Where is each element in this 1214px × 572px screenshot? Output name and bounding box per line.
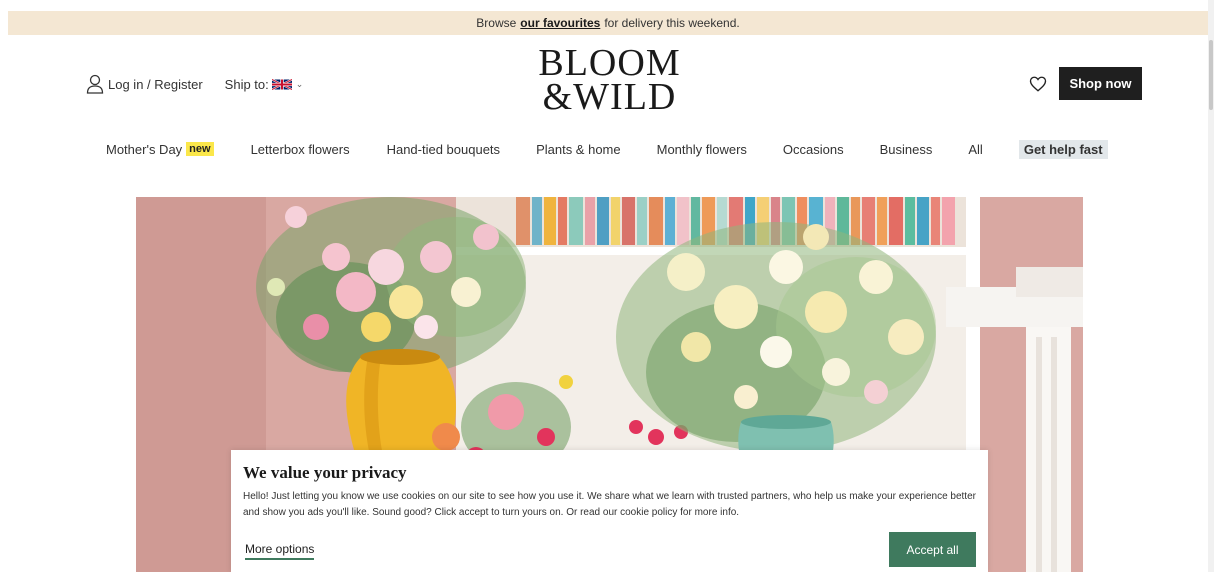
ship-to-selector[interactable]: Ship to: ⌄: [225, 77, 304, 92]
accept-all-button[interactable]: Accept all: [889, 532, 976, 567]
header-right: Shop now: [1029, 67, 1142, 100]
chevron-down-icon: ⌄: [295, 78, 304, 89]
cookie-title: We value your privacy: [243, 463, 407, 482]
new-badge: new: [186, 142, 214, 156]
nav-item-monthly-flowers[interactable]: Monthly flowers: [657, 142, 747, 157]
heart-icon[interactable]: [1029, 75, 1047, 93]
cookie-consent-banner: We value your privacy Hello! Just lettin…: [231, 450, 988, 572]
ship-to-label: Ship to:: [224, 76, 269, 92]
uk-flag-icon: [271, 78, 292, 90]
nav-item-all[interactable]: All: [968, 142, 982, 157]
shop-now-button[interactable]: Shop now: [1059, 67, 1142, 100]
nav-item-plants-home[interactable]: Plants & home: [536, 142, 621, 157]
nav-item-hand-tied-bouquets[interactable]: Hand-tied bouquets: [387, 142, 500, 157]
nav-item-business[interactable]: Business: [880, 142, 933, 157]
header-left: Log in / Register Ship to: ⌄: [86, 72, 303, 96]
nav-item-occasions[interactable]: Occasions: [783, 142, 844, 157]
nav-item-letterbox-flowers[interactable]: Letterbox flowers: [251, 142, 350, 157]
nav-item-mothers-day[interactable]: Mother's Day new: [106, 142, 214, 157]
bloom-wild-logo[interactable]: BLOOM &WILD: [532, 42, 687, 118]
login-label: Log in / Register: [108, 76, 203, 92]
nav-label: Plants & home: [536, 141, 621, 157]
logo-line-2: &WILD: [542, 76, 677, 118]
nav-label: Occasions: [782, 141, 844, 157]
page: Browse our favourites for delivery this …: [0, 0, 1214, 572]
promo-prefix: Browse: [476, 16, 517, 30]
promo-favourites-link[interactable]: our favourites: [520, 16, 600, 30]
promo-banner: Browse our favourites for delivery this …: [8, 11, 1208, 35]
nav-label: Mother's Day: [106, 141, 183, 157]
logo-line-1: BLOOM: [538, 42, 681, 84]
nav-label: Business: [879, 141, 933, 157]
nav-item-get-help-fast[interactable]: Get help fast: [1018, 139, 1108, 159]
promo-suffix: for delivery this weekend.: [604, 16, 740, 30]
cookie-body-text: Hello! Just letting you know we use cook…: [243, 491, 976, 518]
nav-label: Monthly flowers: [656, 141, 747, 157]
main-nav: Mother's Day new Letterbox flowers Hand-…: [106, 139, 1108, 159]
nav-label: All: [968, 141, 983, 157]
scrollbar-thumb[interactable]: [1209, 40, 1213, 110]
page-scrollbar[interactable]: [1208, 0, 1214, 572]
nav-label: Letterbox flowers: [250, 141, 350, 157]
nav-label: Hand-tied bouquets: [386, 141, 501, 157]
nav-label: Get help fast: [1023, 141, 1103, 157]
more-options-button[interactable]: More options: [245, 542, 315, 560]
user-icon: [86, 74, 104, 94]
login-register-link[interactable]: Log in / Register: [86, 74, 203, 94]
